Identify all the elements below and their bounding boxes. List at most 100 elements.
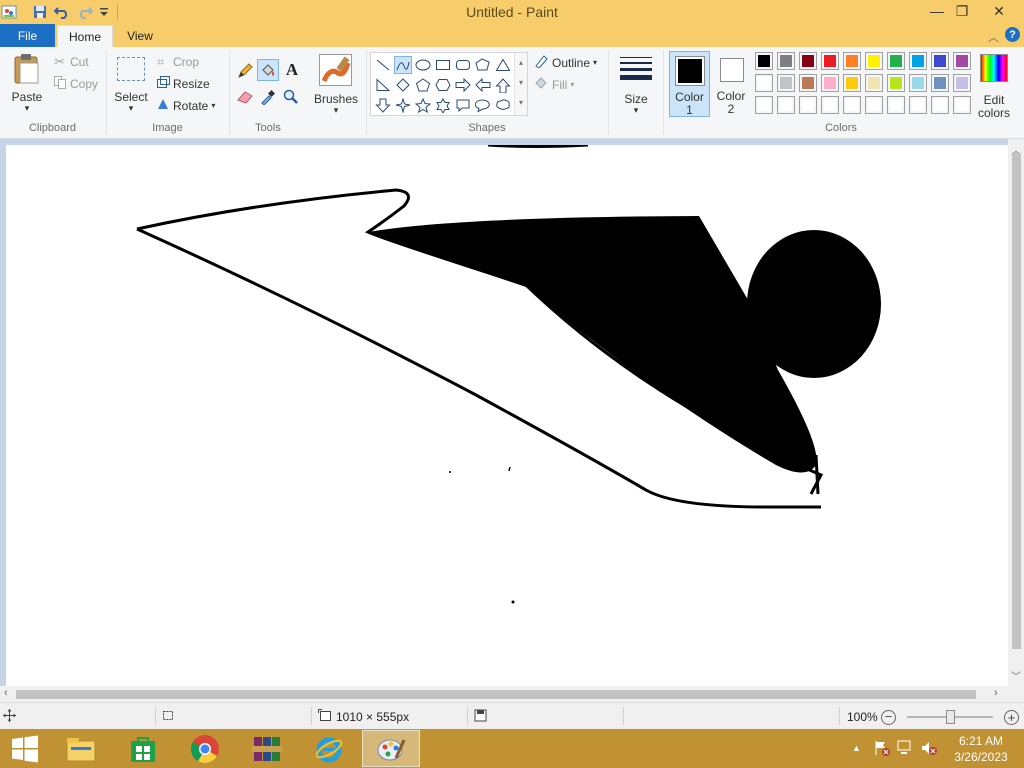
palette-color-swatch[interactable] [843, 74, 861, 92]
zoom-out-button[interactable]: − [881, 710, 896, 725]
edit-colors-button[interactable]: Edit colors [975, 51, 1017, 121]
six-point-star-shape-icon[interactable] [434, 96, 452, 114]
palette-color-swatch[interactable] [887, 52, 905, 70]
size-button[interactable]: Size ▾ [612, 51, 660, 121]
rounded-rectangle-shape-icon[interactable] [454, 56, 472, 74]
magnifier-icon[interactable] [281, 87, 301, 107]
oval-shape-icon[interactable] [414, 56, 432, 74]
custom-color-slot[interactable] [865, 96, 883, 114]
hexagon-shape-icon[interactable] [434, 76, 452, 94]
custom-color-slot[interactable] [909, 96, 927, 114]
palette-color-swatch[interactable] [953, 52, 971, 70]
scroll-right-icon[interactable]: › [994, 687, 998, 699]
color2-button[interactable]: Color 2 [712, 51, 750, 117]
triangle-shape-icon[interactable] [494, 56, 512, 74]
custom-color-slot[interactable] [821, 96, 839, 114]
palette-color-swatch[interactable] [821, 52, 839, 70]
paint-taskbar-icon[interactable] [362, 730, 420, 767]
text-tool-icon[interactable]: A [282, 60, 302, 80]
down-arrow-shape-icon[interactable] [374, 96, 392, 114]
pentagon-shape-icon[interactable] [414, 76, 432, 94]
brushes-dropdown-icon[interactable]: ▾ [309, 105, 363, 116]
paste-dropdown-icon[interactable]: ▾ [8, 103, 46, 114]
custom-color-slot[interactable] [887, 96, 905, 114]
undo-icon[interactable] [53, 3, 71, 21]
scroll-down-icon[interactable]: ﹀ [1011, 668, 1021, 683]
five-point-star-shape-icon[interactable] [414, 96, 432, 114]
palette-color-swatch[interactable] [799, 74, 817, 92]
tab-file[interactable]: File [0, 24, 55, 47]
system-clock[interactable]: 6:21 AM 3/26/2023 [944, 733, 1018, 765]
up-arrow-shape-icon[interactable] [494, 76, 512, 94]
horizontal-scroll-thumb[interactable] [16, 690, 976, 699]
cloud-callout-shape-icon[interactable] [494, 96, 512, 114]
brushes-button[interactable]: Brushes ▾ [309, 51, 363, 121]
palette-color-swatch[interactable] [799, 52, 817, 70]
drawing-canvas[interactable] [6, 143, 1008, 686]
oval-callout-shape-icon[interactable] [474, 96, 492, 114]
palette-color-swatch[interactable] [755, 52, 773, 70]
palette-color-swatch[interactable] [953, 74, 971, 92]
customize-qat-icon[interactable] [95, 3, 113, 21]
zoom-in-button[interactable]: + [1004, 710, 1019, 725]
store-icon[interactable] [114, 730, 172, 767]
paste-button[interactable]: Paste ▾ [8, 51, 46, 121]
eraser-icon[interactable] [235, 87, 255, 107]
file-explorer-icon[interactable] [52, 730, 110, 767]
resize-button[interactable]: Resize [157, 76, 210, 91]
fill-with-color-icon[interactable] [257, 59, 279, 81]
color-picker-icon[interactable] [258, 87, 278, 107]
show-hidden-icons-icon[interactable]: ▲ [852, 743, 861, 753]
cut-button[interactable]: ✂ Cut [54, 54, 89, 70]
custom-color-slot[interactable] [931, 96, 949, 114]
chrome-icon[interactable] [176, 730, 234, 767]
palette-color-swatch[interactable] [909, 74, 927, 92]
palette-color-swatch[interactable] [887, 74, 905, 92]
close-button[interactable]: ✕ [982, 0, 1016, 22]
shapes-gallery-scroll[interactable]: ▴ ▾ ▾ [514, 53, 527, 115]
tab-home[interactable]: Home [57, 25, 113, 47]
crop-button[interactable]: ⌗ Crop [157, 54, 199, 70]
fill-button[interactable]: Fill ▾ [534, 76, 574, 93]
custom-color-slot[interactable] [755, 96, 773, 114]
restore-button[interactable]: ❐ [945, 0, 979, 22]
palette-color-swatch[interactable] [755, 74, 773, 92]
vertical-scroll-thumb[interactable] [1012, 153, 1021, 649]
custom-color-slot[interactable] [953, 96, 971, 114]
copy-button[interactable]: Copy [54, 76, 98, 92]
size-dropdown-icon[interactable]: ▾ [612, 105, 660, 116]
help-icon[interactable]: ? [1005, 27, 1020, 42]
right-arrow-shape-icon[interactable] [454, 76, 472, 94]
line-shape-icon[interactable] [374, 56, 392, 74]
redo-icon[interactable] [76, 3, 94, 21]
save-icon[interactable] [31, 3, 49, 21]
select-dropdown-icon[interactable]: ▾ [113, 103, 149, 114]
zoom-slider[interactable] [907, 710, 993, 724]
network-icon[interactable] [897, 740, 915, 759]
right-triangle-shape-icon[interactable] [374, 76, 392, 94]
four-point-star-shape-icon[interactable] [394, 96, 412, 114]
volume-muted-icon[interactable] [920, 740, 938, 759]
outline-button[interactable]: Outline ▾ [534, 54, 597, 71]
palette-color-swatch[interactable] [821, 74, 839, 92]
rotate-dropdown-icon[interactable]: ▾ [211, 101, 215, 110]
select-button[interactable]: Select ▾ [113, 51, 149, 121]
rotate-button[interactable]: Rotate ▾ [157, 98, 215, 113]
left-arrow-shape-icon[interactable] [474, 76, 492, 94]
internet-explorer-icon[interactable] [300, 730, 358, 767]
pencil-icon[interactable] [235, 61, 255, 81]
action-center-flag-icon[interactable] [873, 740, 891, 759]
custom-color-slot[interactable] [799, 96, 817, 114]
custom-color-slot[interactable] [843, 96, 861, 114]
rectangle-shape-icon[interactable] [434, 56, 452, 74]
palette-color-swatch[interactable] [777, 74, 795, 92]
curve-shape-icon[interactable] [394, 56, 412, 74]
vertical-scrollbar[interactable]: ︿ ﹀ [1008, 139, 1024, 686]
color1-button[interactable]: Color 1 [669, 51, 710, 117]
collapse-ribbon-icon[interactable]: ︿ [988, 29, 999, 45]
rounded-callout-shape-icon[interactable] [454, 96, 472, 114]
palette-color-swatch[interactable] [909, 52, 927, 70]
diamond-shape-icon[interactable] [394, 76, 412, 94]
winrar-icon[interactable] [238, 730, 296, 767]
polygon-shape-icon[interactable] [474, 56, 492, 74]
